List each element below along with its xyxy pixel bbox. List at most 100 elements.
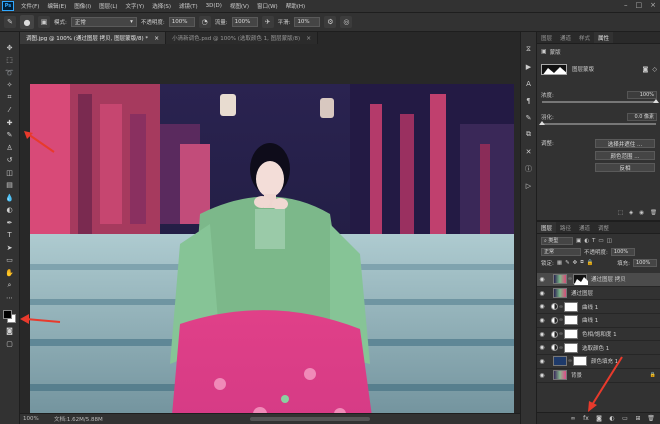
- canvas-area[interactable]: [20, 44, 520, 424]
- lock-artboard-icon[interactable]: ⧈: [580, 259, 584, 266]
- tab-properties[interactable]: 属性: [594, 32, 614, 43]
- marquee-tool-icon[interactable]: ⬚: [3, 55, 17, 67]
- new-layer-icon[interactable]: ⊞: [634, 415, 642, 422]
- layer-row[interactable]: ◉ 通过图层: [537, 287, 660, 301]
- eye-icon[interactable]: ◉: [537, 317, 547, 324]
- tab-layers-panel[interactable]: 图层: [537, 222, 557, 233]
- dodge-tool-icon[interactable]: ◐: [3, 205, 17, 217]
- eye-icon[interactable]: ◉: [537, 331, 547, 338]
- layer-kind-filter[interactable]: ⌕ 类型: [541, 236, 573, 245]
- document-info[interactable]: 文档:1.62M/5.88M: [44, 415, 103, 423]
- gear-icon[interactable]: ⚙: [324, 16, 337, 28]
- path-select-tool-icon[interactable]: ➤: [3, 242, 17, 254]
- menu-layer[interactable]: 图层(L): [95, 2, 121, 10]
- layer-row[interactable]: ◉ ∞ 颜色填充 1: [537, 355, 660, 369]
- layer-row[interactable]: ◉ ∞ 通过图层 拷贝: [537, 273, 660, 287]
- filter-adjust-icon[interactable]: ◐: [584, 238, 589, 244]
- zoom-level[interactable]: 100%: [20, 416, 44, 422]
- tab-document-2[interactable]: 小清新调色.psd @ 100% (选取颜色 1, 图层蒙版/8) ×: [166, 32, 319, 44]
- actions-icon[interactable]: ▶: [523, 61, 534, 72]
- close-icon[interactable]: ×: [154, 35, 159, 42]
- close-icon[interactable]: ×: [650, 1, 656, 9]
- mask-thumbnail[interactable]: [541, 63, 567, 75]
- tab-document-1[interactable]: 调图.jpg @ 100% (通过图层 拷贝, 图层蒙版/8) * ×: [20, 32, 167, 44]
- history-icon[interactable]: ⧖: [523, 44, 534, 55]
- layer-opacity-field[interactable]: 100%: [610, 247, 635, 256]
- eye-icon[interactable]: ◉: [537, 372, 547, 379]
- smooth-field[interactable]: 10%: [294, 17, 321, 27]
- feather-field[interactable]: 0.0 像素: [627, 112, 657, 121]
- move-tool-icon[interactable]: ✥: [3, 42, 17, 54]
- history-brush-tool-icon[interactable]: ↺: [3, 155, 17, 167]
- eye-icon[interactable]: ◉: [537, 358, 547, 365]
- eye-icon[interactable]: ◉: [537, 290, 547, 297]
- brush-settings-icon[interactable]: ▣: [38, 16, 50, 28]
- mask-thumbnail-small[interactable]: [564, 301, 578, 312]
- brush-preset-picker[interactable]: ●: [20, 15, 34, 29]
- density-field[interactable]: 100%: [627, 90, 657, 99]
- tab-styles[interactable]: 样式: [575, 32, 594, 43]
- menu-file[interactable]: 文件(F): [17, 2, 43, 10]
- menu-window[interactable]: 窗口(W): [253, 2, 282, 10]
- quick-mask-icon[interactable]: ◙: [3, 326, 17, 338]
- brush-tool-icon[interactable]: ✎: [3, 130, 17, 142]
- filter-type-icon[interactable]: T: [592, 238, 595, 244]
- filter-shape-icon[interactable]: ▭: [598, 238, 603, 244]
- mask-thumbnail-small[interactable]: [573, 274, 588, 286]
- link-layers-icon[interactable]: ∞: [569, 415, 577, 422]
- close-icon[interactable]: ×: [306, 35, 311, 42]
- new-adjustment-icon[interactable]: ◐: [608, 415, 616, 422]
- layer-row[interactable]: ◉ ∞ 曲线 1: [537, 314, 660, 328]
- color-range-button[interactable]: 颜色范围 ...: [595, 151, 655, 160]
- blend-mode-select[interactable]: 正常: [541, 247, 581, 256]
- paragraph-icon[interactable]: ¶: [523, 95, 534, 106]
- filter-pixel-icon[interactable]: ▣: [576, 238, 581, 244]
- density-slider[interactable]: [542, 99, 659, 103]
- menu-image[interactable]: 图像(I): [70, 2, 95, 10]
- layer-thumbnail[interactable]: [553, 274, 567, 285]
- minimize-icon[interactable]: –: [624, 1, 628, 9]
- screen-mode-icon[interactable]: ▢: [3, 338, 17, 350]
- tab-channels-panel[interactable]: 通道: [575, 222, 594, 233]
- layer-style-icon[interactable]: fx: [582, 415, 590, 422]
- menu-select[interactable]: 选择(S): [148, 2, 175, 10]
- new-group-icon[interactable]: ▭: [621, 415, 629, 422]
- eye-icon[interactable]: ◉: [537, 276, 547, 283]
- lock-paint-icon[interactable]: ✎: [565, 260, 570, 266]
- invert-button[interactable]: 反相: [595, 163, 655, 172]
- gradient-tool-icon[interactable]: ▤: [3, 180, 17, 192]
- menu-view[interactable]: 视图(V): [226, 2, 253, 10]
- opacity-field[interactable]: 100%: [168, 17, 195, 27]
- load-selection-icon[interactable]: ⬚: [618, 210, 623, 216]
- flow-field[interactable]: 100%: [231, 17, 258, 27]
- pressure-opacity-icon[interactable]: ◔: [198, 16, 211, 28]
- fill-field[interactable]: 100%: [633, 258, 657, 267]
- character-icon[interactable]: A: [523, 78, 534, 89]
- horizontal-scrollbar[interactable]: [250, 417, 370, 421]
- mask-thumbnail-small[interactable]: [564, 329, 578, 340]
- pen-tool-icon[interactable]: ✒: [3, 217, 17, 229]
- zoom-tool-icon[interactable]: ⌕: [3, 280, 17, 292]
- feather-slider-handle[interactable]: [539, 121, 545, 125]
- brush-presets-icon[interactable]: ✎: [523, 112, 534, 123]
- healing-brush-tool-icon[interactable]: ✚: [3, 117, 17, 129]
- type-tool-icon[interactable]: T: [3, 230, 17, 242]
- vector-mask-icon[interactable]: ◇: [652, 66, 657, 73]
- brush-tool-icon[interactable]: ✎: [4, 16, 16, 28]
- tab-layers[interactable]: 图层: [537, 32, 556, 43]
- timeline-icon[interactable]: ▷: [523, 180, 534, 191]
- layer-row[interactable]: ◉ 背景 🔒: [537, 369, 660, 383]
- filter-smart-icon[interactable]: ◫: [607, 238, 612, 244]
- menu-filter[interactable]: 滤镜(T): [175, 2, 202, 10]
- blur-tool-icon[interactable]: 💧: [3, 192, 17, 204]
- density-slider-handle[interactable]: [653, 99, 659, 103]
- shape-tool-icon[interactable]: ▭: [3, 255, 17, 267]
- info-icon[interactable]: ⓘ: [523, 163, 534, 174]
- lock-move-icon[interactable]: ✥: [573, 260, 578, 266]
- color-swatches[interactable]: [2, 309, 18, 325]
- trash-icon[interactable]: 🗑: [647, 415, 655, 422]
- more-tools-icon[interactable]: ⋯: [3, 292, 17, 304]
- tool-presets-icon[interactable]: ✕: [523, 146, 534, 157]
- mask-thumbnail-small[interactable]: [564, 315, 578, 326]
- eraser-tool-icon[interactable]: ◫: [3, 167, 17, 179]
